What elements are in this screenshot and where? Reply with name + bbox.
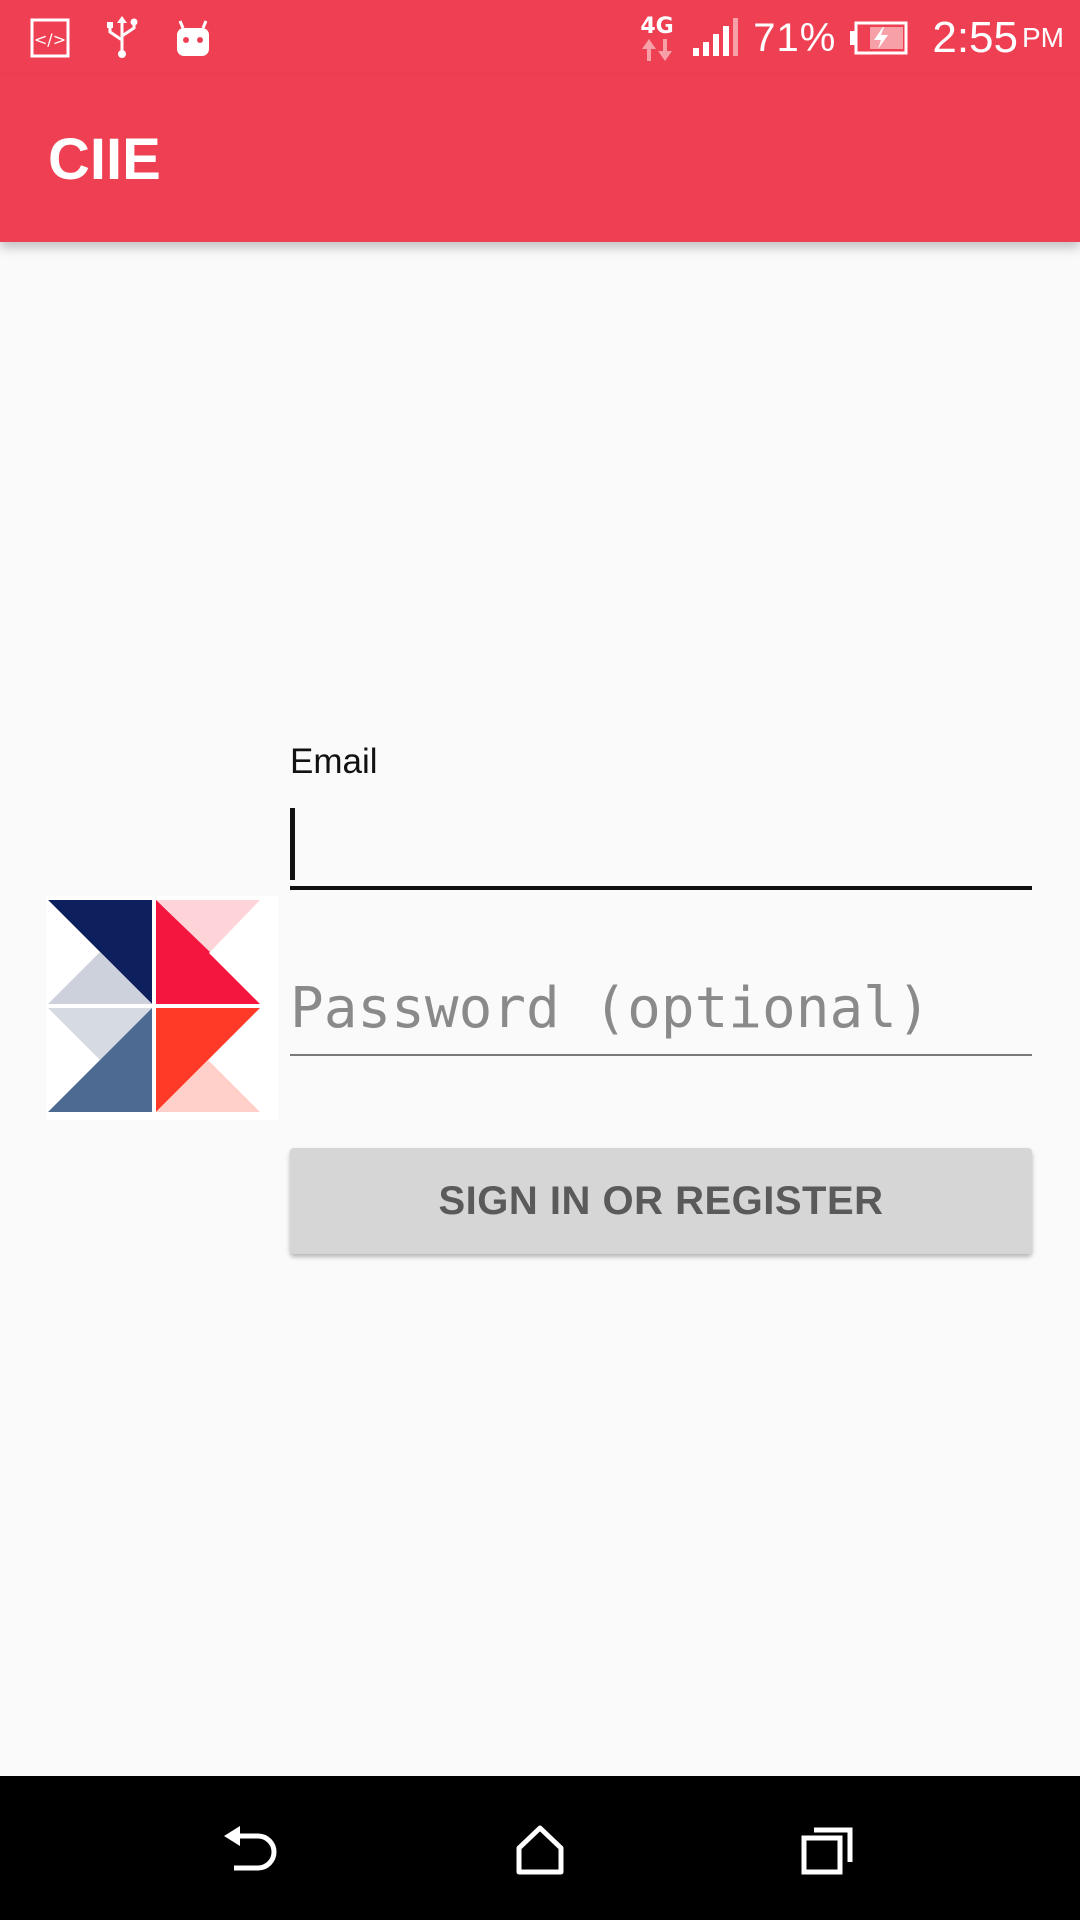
battery-percent: 71% <box>753 15 837 60</box>
navigation-bar <box>0 1776 1080 1920</box>
status-left-icons: </> <box>30 16 212 60</box>
screen: </> 4G 71% 2:55 PM CIIE Email Password (… <box>0 0 1080 1920</box>
app-logo <box>46 896 278 1120</box>
email-field[interactable] <box>290 800 1032 890</box>
recents-icon <box>801 1827 853 1875</box>
status-right-icons: 4G 71% 2:55 PM <box>637 10 1064 66</box>
email-label: Email <box>290 742 378 781</box>
back-button[interactable] <box>212 1810 292 1890</box>
status-bar: </> 4G 71% 2:55 PM <box>0 0 1080 76</box>
app-bar: CIIE <box>0 76 1080 242</box>
logo-graphic <box>48 900 260 1112</box>
password-field[interactable]: Password (optional) <box>290 972 1032 1056</box>
usb-icon <box>104 16 140 60</box>
network-label: 4G <box>641 14 674 39</box>
network-4g-icon: 4G <box>637 11 677 65</box>
recents-button[interactable] <box>788 1810 868 1890</box>
app-title: CIIE <box>48 127 161 192</box>
home-icon <box>516 1825 564 1875</box>
android-icon <box>174 18 212 58</box>
signal-icon <box>691 18 739 58</box>
home-button[interactable] <box>500 1810 580 1890</box>
code-icon: </> <box>30 18 70 58</box>
svg-text:</>: </> <box>34 30 66 49</box>
password-placeholder: Password (optional) <box>290 976 931 1041</box>
sign-in-or-register-button[interactable]: SIGN IN OR REGISTER <box>290 1148 1032 1254</box>
clock-time: 2:55 <box>932 13 1018 62</box>
clock-ampm: PM <box>1022 22 1064 53</box>
battery-charging-icon <box>850 21 908 55</box>
text-caret <box>290 808 295 880</box>
back-icon <box>224 1826 277 1871</box>
clock: 2:55 PM <box>932 13 1064 63</box>
